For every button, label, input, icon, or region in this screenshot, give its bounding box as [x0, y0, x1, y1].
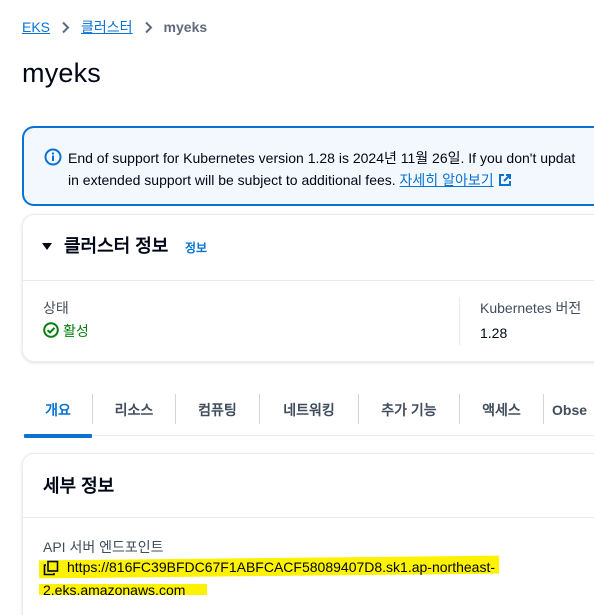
- caret-down-icon[interactable]: [41, 239, 53, 251]
- breadcrumb: EKS 클러스터 myeks: [22, 16, 207, 38]
- learn-more-link[interactable]: 자세히 알아보기: [400, 172, 494, 188]
- success-check-icon: [43, 321, 63, 341]
- k8s-version-value: 1.28: [480, 325, 508, 341]
- tab-networking[interactable]: 네트워킹: [260, 384, 358, 436]
- tab-access[interactable]: 액세스: [460, 384, 543, 436]
- cluster-info-title[interactable]: 클러스터 정보: [64, 232, 168, 258]
- tab-overview-label: 개요: [45, 402, 71, 418]
- external-link-icon[interactable]: [498, 171, 512, 193]
- api-endpoint-value[interactable]: https://816FC39BFDC67F1ABFCACF58089407D8…: [67, 559, 495, 575]
- chevron-right-icon: [61, 21, 70, 34]
- breadcrumb-current: myeks: [163, 19, 208, 35]
- cluster-info-header: 클러스터 정보 정보: [23, 215, 594, 281]
- alert-line-2-text: in extended support will be subject to a…: [68, 172, 396, 188]
- tab-resources[interactable]: 리소스: [93, 384, 175, 436]
- alert-line-1: End of support for Kubernetes version 1.…: [68, 150, 576, 166]
- page-title: myeks: [22, 58, 102, 88]
- cluster-info-panel: 클러스터 정보 정보 상태 활성 Kubernetes 버전 1.28: [22, 214, 594, 362]
- tab-addons[interactable]: 추가 기능: [359, 384, 459, 436]
- status-value: 활성: [43, 321, 89, 341]
- column-divider: [459, 297, 460, 345]
- details-title: 세부 정보: [43, 476, 115, 496]
- alert-line-2: in extended support will be subject to a…: [68, 169, 575, 193]
- api-endpoint-label: API 서버 엔드포인트: [43, 539, 164, 555]
- tab-compute[interactable]: 컴퓨팅: [176, 384, 259, 436]
- tab-divider: [543, 394, 544, 424]
- active-tab-indicator: [24, 434, 92, 438]
- tab-overview[interactable]: 개요: [24, 384, 92, 438]
- details-header: 세부 정보: [23, 454, 594, 518]
- details-panel: 세부 정보 API 서버 엔드포인트 https://816FC39BFDC67…: [22, 453, 594, 615]
- status-label: 상태: [43, 300, 69, 316]
- tab-bar: 개요 리소스 컴퓨팅 네트워킹 추가 기능 액세스 Obse: [22, 384, 594, 438]
- info-link[interactable]: 정보: [185, 239, 207, 256]
- chevron-right-icon: [144, 21, 153, 34]
- status-text: 활성: [63, 323, 89, 339]
- alert-message: End of support for Kubernetes version 1.…: [68, 147, 575, 193]
- copy-icon[interactable]: [43, 560, 59, 576]
- breadcrumb-eks-link[interactable]: EKS: [22, 19, 50, 35]
- breadcrumb-clusters-link[interactable]: 클러스터: [81, 17, 133, 37]
- k8s-version-label: Kubernetes 버전: [480, 300, 582, 316]
- tab-observability[interactable]: Obse: [552, 384, 594, 436]
- api-endpoint-value-cont[interactable]: 2.eks.amazonaws.com: [43, 582, 185, 598]
- info-icon: [44, 148, 62, 166]
- info-alert: End of support for Kubernetes version 1.…: [22, 126, 594, 206]
